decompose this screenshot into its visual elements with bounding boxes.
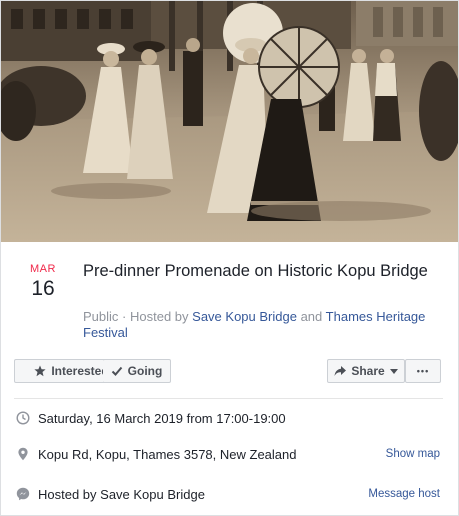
hosted-by-label: · Hosted by — [122, 309, 189, 324]
interested-label: Interested — [51, 364, 109, 378]
divider — [14, 398, 443, 399]
host-link-save-kopu-bridge[interactable]: Save Kopu Bridge — [192, 309, 297, 324]
event-location-row: Kopu Rd, Kopu, Thames 3578, New Zealand … — [1, 445, 458, 465]
caret-down-icon — [389, 368, 398, 374]
event-host-row: Hosted by Save Kopu Bridge Message host — [1, 485, 458, 505]
cover-photo-image — [1, 1, 458, 242]
share-arrow-icon — [334, 365, 347, 376]
event-location[interactable]: Kopu Rd, Kopu, Thames 3578, New Zealand — [38, 447, 296, 462]
event-day: 16 — [31, 277, 55, 300]
event-host-text: Hosted by Save Kopu Bridge — [38, 487, 205, 502]
more-options-icon: ••• — [416, 366, 430, 376]
star-icon — [34, 365, 46, 377]
event-privacy: Public — [83, 309, 119, 324]
event-datetime-row: Saturday, 16 March 2019 from 17:00-19:00 — [1, 409, 458, 429]
share-button[interactable]: Share — [327, 359, 405, 383]
share-label: Share — [351, 364, 385, 378]
event-meta: Public · Hosted by Save Kopu Bridge and … — [83, 309, 438, 341]
going-label: Going — [127, 364, 163, 378]
event-month: MAR — [30, 263, 56, 275]
event-cover-photo[interactable] — [1, 1, 458, 242]
check-icon — [111, 366, 122, 376]
event-datetime[interactable]: Saturday, 16 March 2019 from 17:00-19:00 — [38, 411, 286, 426]
clock-icon — [16, 411, 30, 425]
event-card: MAR 16 Pre-dinner Promenade on Historic … — [0, 0, 459, 516]
and-text: and — [300, 309, 323, 324]
event-date-block: MAR 16 — [23, 263, 63, 302]
message-host-link[interactable]: Message host — [368, 488, 440, 500]
going-button[interactable]: Going — [103, 359, 171, 383]
show-map-link[interactable]: Show map — [386, 448, 440, 460]
map-pin-icon — [18, 447, 28, 461]
messenger-icon — [16, 487, 30, 501]
event-title[interactable]: Pre-dinner Promenade on Historic Kopu Br… — [83, 259, 438, 283]
more-options-button[interactable]: ••• — [405, 359, 441, 383]
